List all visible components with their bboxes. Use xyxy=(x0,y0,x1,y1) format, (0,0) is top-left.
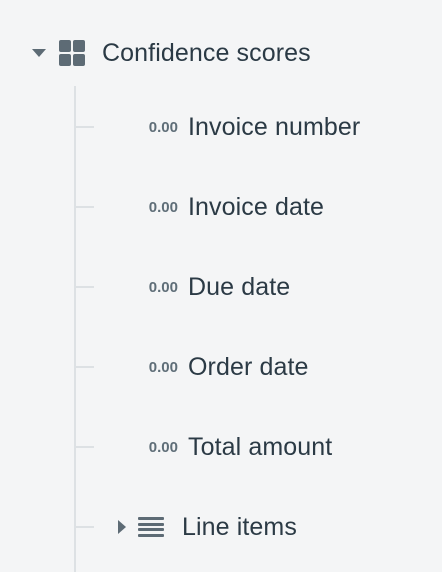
field-row-due-date[interactable]: 0.00 Due date xyxy=(76,267,290,307)
tree-branch-line xyxy=(76,286,94,288)
field-row-total-amount[interactable]: 0.00 Total amount xyxy=(76,427,332,467)
confidence-score: 0.00 xyxy=(148,118,178,136)
field-label: Due date xyxy=(188,272,291,301)
list-icon xyxy=(138,517,164,537)
confidence-scores-tree: Confidence scores 0.00 Invoice number 0.… xyxy=(0,0,442,572)
field-row-order-date[interactable]: 0.00 Order date xyxy=(76,347,309,387)
tree-branch-line xyxy=(76,526,94,528)
confidence-score: 0.00 xyxy=(148,358,178,376)
field-label: Total amount xyxy=(188,432,333,461)
grid-icon xyxy=(59,40,85,66)
tree-branch-line xyxy=(76,446,94,448)
tree-branch-line xyxy=(76,206,94,208)
confidence-scores-group-toggle[interactable]: Confidence scores xyxy=(28,32,311,74)
line-items-group-toggle[interactable]: Line items xyxy=(76,507,297,547)
confidence-score: 0.00 xyxy=(148,198,178,216)
confidence-score: 0.00 xyxy=(148,438,178,456)
field-label: Order date xyxy=(188,352,309,381)
tree-branch-line xyxy=(76,366,94,368)
sub-group-label: Line items xyxy=(182,512,297,541)
tree-connector-line xyxy=(74,86,76,572)
caret-right-icon[interactable] xyxy=(118,520,126,534)
field-row-invoice-number[interactable]: 0.00 Invoice number xyxy=(76,107,360,147)
caret-down-icon[interactable] xyxy=(32,49,46,57)
group-label: Confidence scores xyxy=(102,38,311,67)
tree-branch-line xyxy=(76,126,94,128)
field-row-invoice-date[interactable]: 0.00 Invoice date xyxy=(76,187,324,227)
field-label: Invoice date xyxy=(188,192,325,221)
confidence-score: 0.00 xyxy=(148,278,178,296)
field-label: Invoice number xyxy=(188,112,361,141)
